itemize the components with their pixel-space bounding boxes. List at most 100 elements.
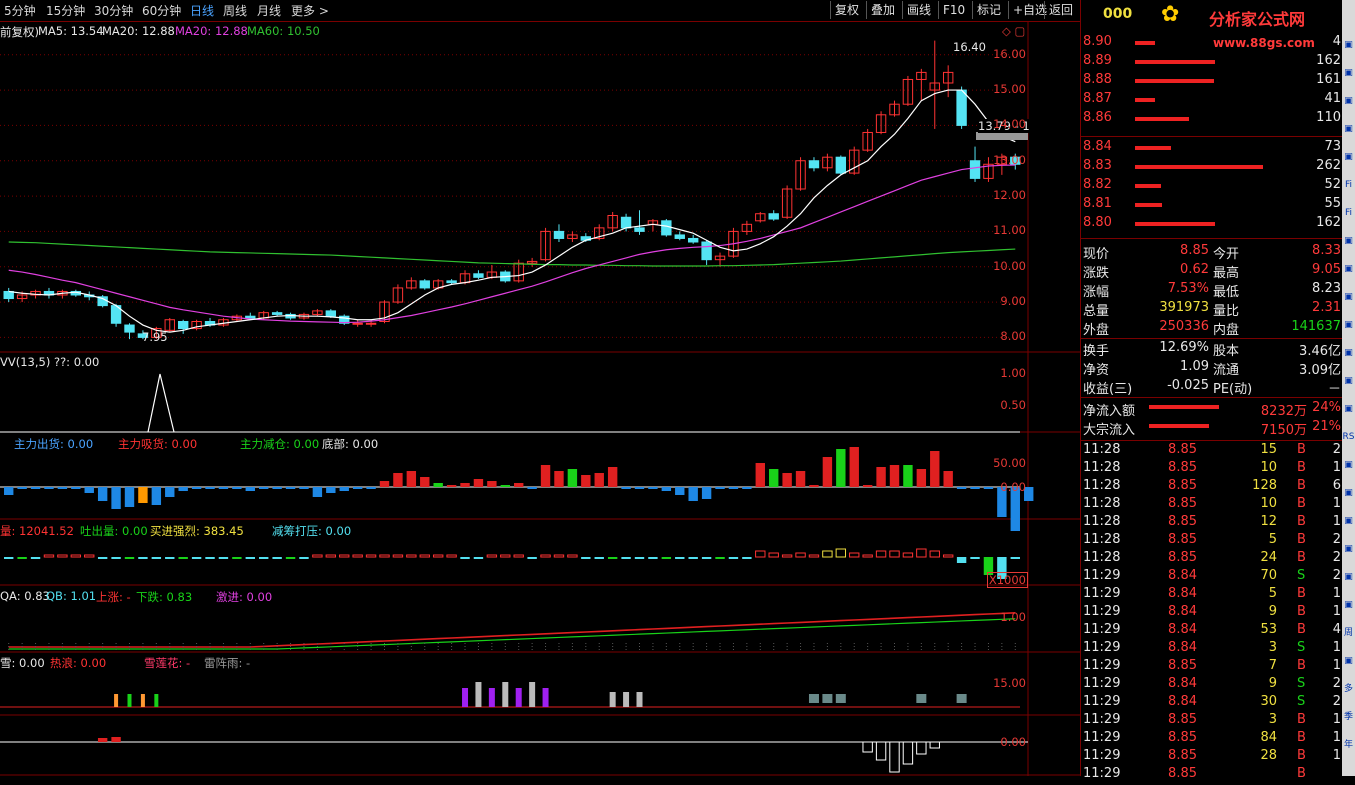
ind2-bar	[903, 465, 913, 487]
ask-price: 8.86	[1083, 110, 1112, 125]
tick-row: 11:29 8.84 9 S 2	[1081, 676, 1343, 695]
legend-item: QA: 0.83	[0, 589, 50, 603]
sidebar-tool-icon[interactable]: ▣	[1342, 512, 1355, 530]
price-tick-label: 16.00	[993, 46, 1026, 61]
sidebar-tool-icon[interactable]: Fi	[1342, 204, 1355, 222]
main-chart-toggle-icon[interactable]: ◇ ▢	[1002, 24, 1025, 38]
tick-side: S	[1297, 568, 1306, 583]
ind2-bar	[809, 485, 819, 487]
tick-volume: 3	[1268, 640, 1277, 655]
ind6-tick: 0.00	[1000, 735, 1026, 749]
cell: 换手	[1083, 344, 1110, 359]
adjust-button[interactable]: 复权	[830, 1, 863, 19]
sidebar-tool-icon[interactable]: ▣	[1342, 540, 1355, 558]
sidebar-tool-icon[interactable]: 周	[1342, 624, 1355, 642]
sidebar-tool-icon[interactable]: ▣	[1342, 260, 1355, 278]
period-more[interactable]: 更多 >	[291, 2, 329, 19]
sidebar-tool-icon[interactable]: ▣	[1342, 568, 1355, 586]
ind2-bar	[862, 485, 873, 487]
cell: 3.09亿	[1299, 363, 1341, 378]
cell: 9.05	[1312, 262, 1341, 277]
sidebar-tool-icon[interactable]: ▣	[1342, 400, 1355, 418]
sidebar-tool-icon[interactable]: ▣	[1342, 36, 1355, 54]
cell: 2.31	[1312, 300, 1341, 315]
period-daily[interactable]: 日线	[190, 2, 214, 19]
ind2-bar	[420, 477, 430, 487]
brand-name: 分析家公式网	[1209, 10, 1306, 29]
ind3-bar	[17, 557, 27, 559]
period-60min[interactable]: 60分钟	[142, 2, 181, 19]
ind3-bar	[4, 557, 14, 559]
period-30min[interactable]: 30分钟	[94, 2, 133, 19]
period-15min[interactable]: 15分钟	[46, 2, 85, 19]
sidebar-tool-icon[interactable]: ▣	[1342, 148, 1355, 166]
sidebar-tool-icon[interactable]: ▣	[1342, 288, 1355, 306]
period-monthly[interactable]: 月线	[257, 2, 281, 19]
sidebar-tool-icon[interactable]: RS	[1342, 428, 1355, 446]
tick-count: 4	[1332, 622, 1341, 637]
ind3-bar	[889, 550, 900, 558]
sidebar-tool-icon[interactable]: 多	[1342, 680, 1355, 698]
sidebar-tool-icon[interactable]: ▣	[1342, 456, 1355, 474]
f10-button[interactable]: F10	[938, 1, 969, 19]
draw-line-button[interactable]: 画线	[902, 1, 935, 19]
candle-body	[553, 230, 565, 239]
overlay-button[interactable]: 叠加	[866, 1, 899, 19]
sidebar-tool-icon[interactable]: ▣	[1342, 64, 1355, 82]
tick-time: 11:29	[1083, 712, 1121, 727]
sidebar-tool-icon[interactable]: ▣	[1342, 372, 1355, 390]
chart-area[interactable]: 前复权) MA5: 13.54 MA20: 12.88 MA20: 12.88 …	[0, 22, 1080, 776]
sidebar-tool-icon[interactable]: 年	[1342, 736, 1355, 754]
tick-side: B	[1297, 712, 1306, 727]
ind2-bar	[755, 463, 765, 487]
candle-body	[701, 241, 712, 261]
cell: 涨跌	[1083, 266, 1110, 281]
low-price-label: 7.95	[142, 330, 168, 344]
ind2-bar	[406, 471, 417, 487]
ind2-bar	[500, 485, 510, 487]
sidebar-tool-icon[interactable]: Fi	[1342, 176, 1355, 194]
price-tick-label: 15.00	[993, 82, 1026, 97]
sidebar-tool-icon[interactable]: ▣	[1342, 484, 1355, 502]
flow-bar	[1149, 405, 1219, 409]
tick-volume: 3	[1268, 712, 1277, 727]
sidebar-tool-icon[interactable]: ▣	[1342, 92, 1355, 110]
sidebar-tool-icon[interactable]: ▣	[1342, 316, 1355, 334]
price-tick-label: 8.00	[1000, 329, 1026, 344]
tick-row: 11:29 8.84 3 S 1	[1081, 640, 1343, 659]
ind1-spike-line	[147, 373, 175, 433]
sidebar-tool-icon[interactable]: ▣	[1342, 120, 1355, 138]
period-weekly[interactable]: 周线	[223, 2, 247, 19]
sidebar-tool-icon[interactable]: ▣	[1342, 652, 1355, 670]
ind5-bar	[529, 682, 536, 707]
ma5-line	[8, 89, 1016, 333]
period-5min[interactable]: 5分钟	[4, 2, 36, 19]
ind3-bar	[916, 548, 927, 558]
ask-price: 8.88	[1083, 72, 1112, 87]
sidebar-tool-icon[interactable]: ▣	[1342, 596, 1355, 614]
sidebar-tool-icon[interactable]: ▣	[1342, 232, 1355, 250]
cell: 8.33	[1312, 243, 1341, 258]
cell: －	[1327, 382, 1341, 397]
tick-side: B	[1297, 748, 1306, 763]
ind2-bar	[312, 487, 323, 497]
tick-time: 11:28	[1083, 496, 1121, 511]
ind2-bar	[567, 469, 578, 487]
ind2-bar	[366, 487, 376, 489]
candle-body	[661, 220, 672, 236]
ask-volume-bar	[1135, 79, 1214, 83]
tick-price: 8.85	[1168, 478, 1197, 493]
tick-price: 8.84	[1168, 622, 1197, 637]
ask-volume: 41	[1324, 91, 1341, 106]
ask-price: 8.89	[1083, 53, 1112, 68]
mark-button[interactable]: 标记	[972, 1, 1005, 19]
tick-volume: 53	[1260, 622, 1277, 637]
ma20-line	[8, 164, 1016, 324]
sidebar-tool-icon[interactable]: ▣	[1342, 344, 1355, 362]
back-button[interactable]: 返回	[1044, 1, 1077, 19]
ind3-bar	[57, 554, 68, 558]
ma20-legend-magenta: MA20: 12.88	[175, 24, 248, 38]
sidebar-tool-icon[interactable]: 季	[1342, 708, 1355, 726]
candle-body	[969, 160, 981, 179]
tick-volume: 30	[1260, 694, 1277, 709]
